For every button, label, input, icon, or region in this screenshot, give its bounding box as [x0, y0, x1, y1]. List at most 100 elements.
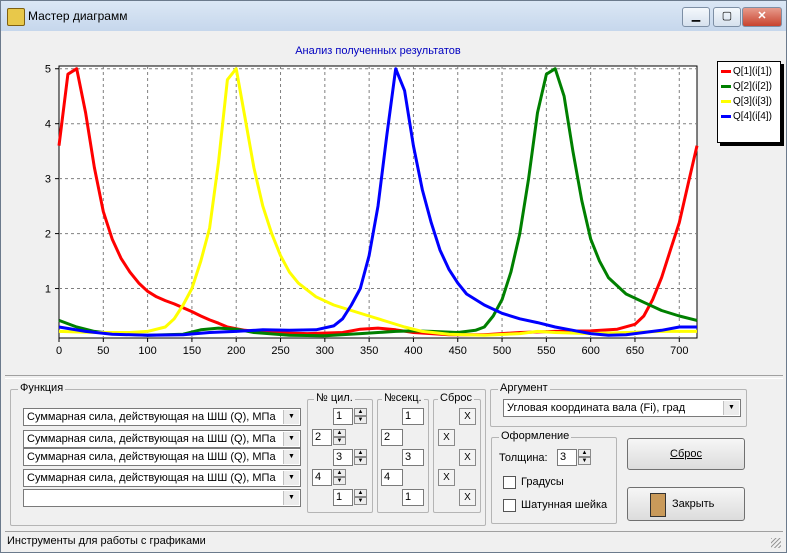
x-tick-label: 0: [56, 345, 62, 357]
chevron-down-icon[interactable]: ▼: [723, 401, 739, 415]
spin-down-icon[interactable]: ▼: [354, 416, 367, 424]
legend-item: Q[2](i[2]): [721, 81, 772, 93]
legend-swatch: [721, 84, 731, 88]
section-input-1[interactable]: 1: [402, 408, 424, 425]
reset-button[interactable]: Сброс: [627, 438, 745, 470]
cylinder-input-4[interactable]: 4: [312, 469, 332, 486]
argument-group-label: Аргумент: [498, 382, 550, 394]
section-input-3[interactable]: 3: [402, 449, 424, 466]
spin-up-icon[interactable]: ▲: [333, 469, 346, 477]
chevron-down-icon[interactable]: ▼: [283, 432, 299, 446]
chart-area: Анализ полученных результатов 0 50 100 150 20…: [10, 35, 780, 372]
legend-swatch: [721, 114, 731, 118]
door-icon: [650, 493, 666, 517]
clear-row-5-button[interactable]: X: [459, 489, 476, 506]
legend-swatch: [721, 69, 731, 73]
x-tick-label: 200: [227, 345, 245, 357]
legend-label: Q[4](i[4]): [733, 111, 772, 122]
function-select-5[interactable]: ▼: [23, 489, 301, 507]
clear-row-4-button[interactable]: X: [438, 469, 455, 486]
chevron-down-icon[interactable]: ▼: [283, 471, 299, 485]
x-tick-label: 700: [670, 345, 688, 357]
thickness-label: Толщина:: [499, 452, 548, 464]
spin-down-icon[interactable]: ▼: [333, 477, 346, 485]
spin-up-icon[interactable]: ▲: [333, 429, 346, 437]
x-tick-label: 600: [581, 345, 599, 357]
chevron-down-icon[interactable]: ▼: [283, 450, 299, 464]
resize-grip-icon[interactable]: [771, 538, 781, 548]
maximize-button[interactable]: ▢: [713, 7, 741, 27]
function-select-value: Суммарная сила, действующая на ШШ (Q), М…: [27, 433, 276, 445]
title-bar: Мастер диаграмм ▁ ▢ ✕: [1, 1, 786, 31]
spin-up-icon[interactable]: ▲: [354, 408, 367, 416]
close-dialog-button[interactable]: Закрыть: [627, 487, 745, 521]
cylinder-input-3[interactable]: 3: [333, 449, 353, 466]
spin-down-icon[interactable]: ▼: [333, 437, 346, 445]
legend-label: Q[1](i[1]): [733, 66, 772, 77]
status-text: Инструменты для работы с графиками: [7, 535, 206, 547]
thickness-spinner[interactable]: ▲ ▼: [578, 449, 591, 466]
x-tick-label: 50: [97, 345, 109, 357]
design-group-label: Оформление: [499, 430, 572, 442]
x-tick-label: 500: [493, 345, 511, 357]
chart-title: Анализ полученных результатов: [295, 45, 461, 57]
spin-down-icon[interactable]: ▼: [354, 497, 367, 505]
chevron-down-icon[interactable]: ▼: [283, 410, 299, 424]
reset-button-label: Сброс: [670, 448, 702, 460]
x-tick-label: 550: [537, 345, 555, 357]
clear-row-2-button[interactable]: X: [438, 429, 455, 446]
cylinder-spinner-1[interactable]: ▲ ▼: [354, 408, 367, 425]
thickness-input[interactable]: 3: [557, 449, 577, 466]
function-select-value: Суммарная сила, действующая на ШШ (Q), М…: [27, 451, 276, 463]
cylinder-spinner-4[interactable]: ▲ ▼: [333, 469, 346, 486]
cylinder-spinner-3[interactable]: ▲ ▼: [354, 449, 367, 466]
cylinder-input-1[interactable]: 1: [333, 408, 353, 425]
function-select-1[interactable]: Суммарная сила, действующая на ШШ (Q), М…: [23, 408, 301, 426]
minimize-button[interactable]: ▁: [682, 7, 710, 27]
x-tick-label: 150: [183, 345, 201, 357]
journal-label: Шатунная шейка: [521, 499, 608, 511]
spin-up-icon[interactable]: ▲: [354, 449, 367, 457]
function-select-4[interactable]: Суммарная сила, действующая на ШШ (Q), М…: [23, 469, 301, 487]
legend-item: Q[1](i[1]): [721, 66, 772, 78]
section-input-2[interactable]: 2: [381, 429, 403, 446]
cylinder-group-label: № цил.: [314, 392, 355, 404]
chevron-down-icon[interactable]: ▼: [283, 491, 299, 505]
spin-up-icon[interactable]: ▲: [354, 489, 367, 497]
spin-down-icon[interactable]: ▼: [578, 457, 591, 465]
cylinder-input-2[interactable]: 2: [312, 429, 332, 446]
legend-item: Q[4](i[4]): [721, 111, 772, 123]
argument-select-value: Угловая координата вала (Fi), град: [507, 402, 686, 414]
y-tick-label: 3: [45, 174, 51, 186]
x-tick-label: 300: [316, 345, 334, 357]
divider: [5, 375, 783, 379]
window-title: Мастер диаграмм: [28, 9, 128, 23]
status-bar: Инструменты для работы с графиками: [5, 531, 783, 550]
section-input-4[interactable]: 4: [381, 469, 403, 486]
y-tick-label: 5: [45, 64, 51, 76]
function-select-3[interactable]: Суммарная сила, действующая на ШШ (Q), М…: [23, 448, 301, 466]
journal-checkbox[interactable]: [503, 499, 516, 512]
close-button[interactable]: ✕: [742, 7, 782, 27]
argument-select[interactable]: Угловая координата вала (Fi), град ▼: [503, 399, 741, 417]
cylinder-spinner-2[interactable]: ▲ ▼: [333, 429, 346, 446]
y-tick-label: 1: [45, 284, 51, 296]
x-tick-label: 350: [360, 345, 378, 357]
function-select-value: Суммарная сила, действующая на ШШ (Q), М…: [27, 411, 276, 423]
cylinder-spinner-5[interactable]: ▲ ▼: [354, 489, 367, 506]
clear-row-3-button[interactable]: X: [459, 449, 476, 466]
function-select-value: Суммарная сила, действующая на ШШ (Q), М…: [27, 472, 276, 484]
spin-up-icon[interactable]: ▲: [578, 449, 591, 457]
spin-down-icon[interactable]: ▼: [354, 457, 367, 465]
degrees-checkbox[interactable]: [503, 476, 516, 489]
main-window: Мастер диаграмм ▁ ▢ ✕ Анализ полученных …: [0, 0, 787, 553]
clear-row-1-button[interactable]: X: [459, 408, 476, 425]
chart-legend: Q[1](i[1]) Q[2](i[2]) Q[3](i[3]) Q[4](i[…: [717, 61, 781, 143]
section-input-5[interactable]: 1: [402, 489, 424, 506]
x-tick-label: 650: [626, 345, 644, 357]
line-chart: Анализ полученных результатов 0 50 100 150 20…: [45, 45, 699, 357]
x-tick-label: 400: [404, 345, 422, 357]
cylinder-input-5[interactable]: 1: [333, 489, 353, 506]
y-tick-label: 4: [45, 119, 51, 131]
function-select-2[interactable]: Суммарная сила, действующая на ШШ (Q), М…: [23, 430, 301, 448]
